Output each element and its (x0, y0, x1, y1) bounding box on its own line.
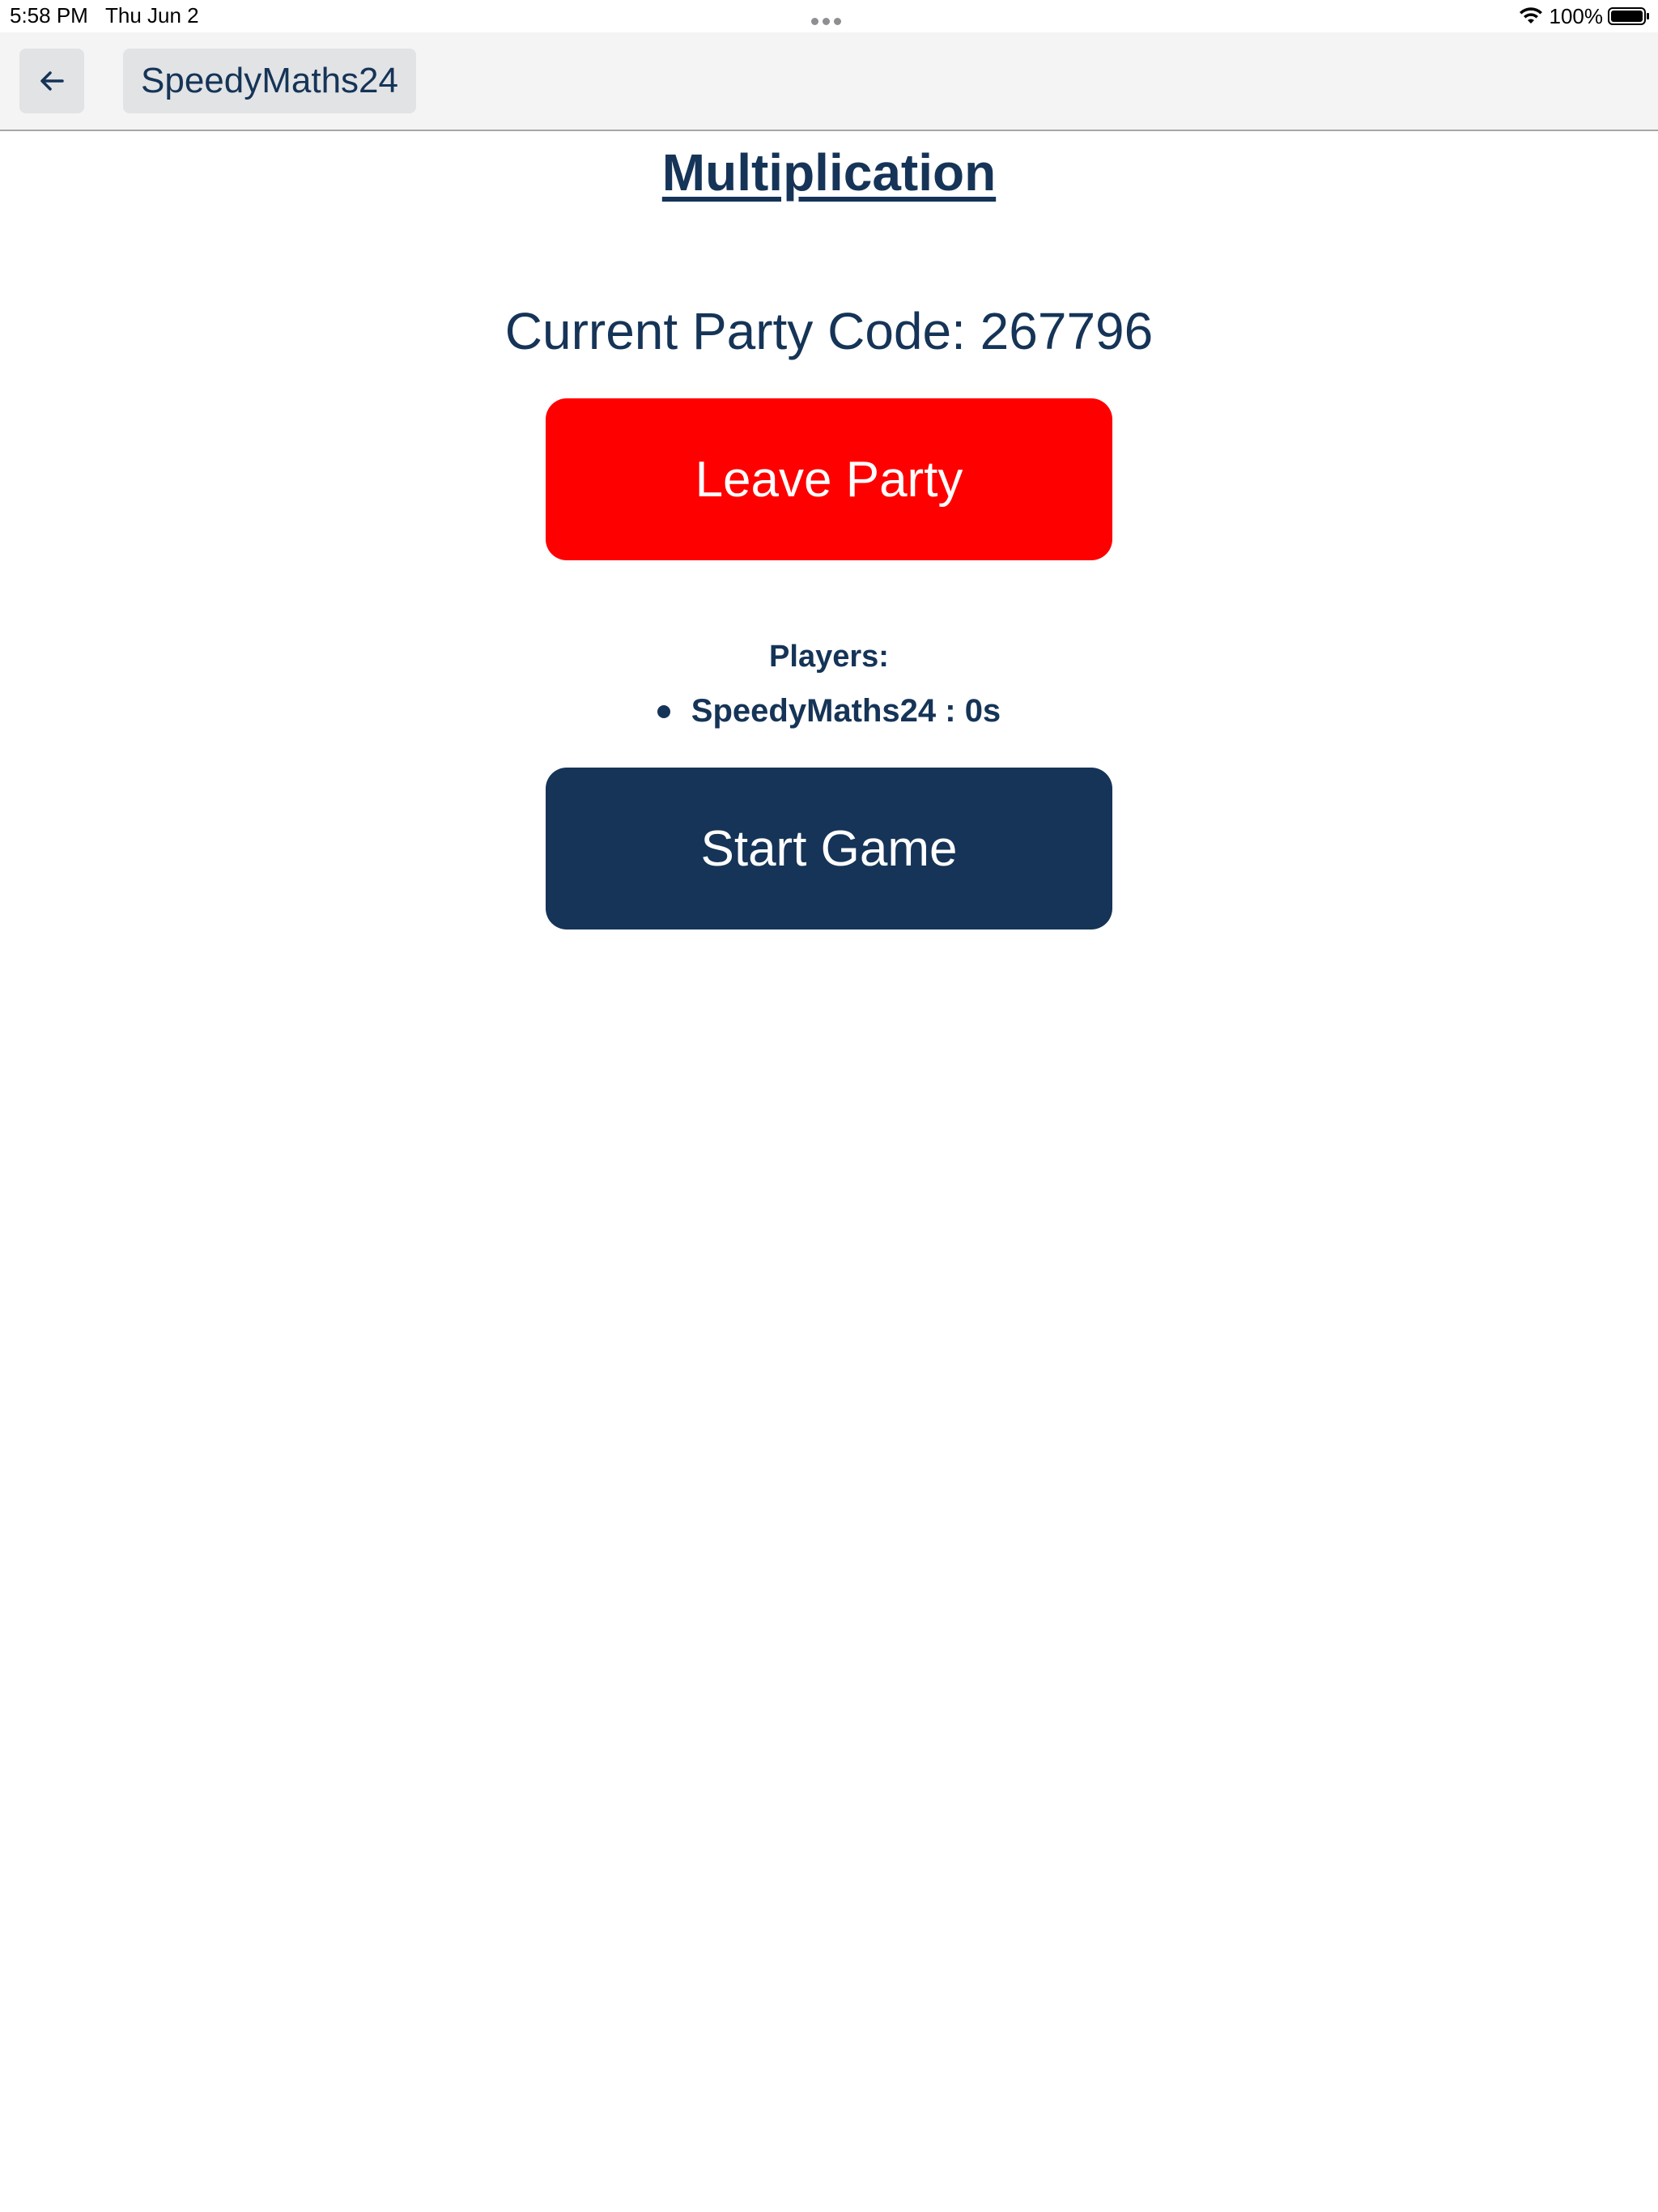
players-heading: Players: (769, 640, 889, 674)
battery-icon (1608, 7, 1649, 25)
start-game-button[interactable]: Start Game (546, 768, 1112, 929)
top-toolbar: SpeedyMaths24 (0, 32, 1658, 131)
battery-percentage: 100% (1549, 3, 1604, 28)
status-date: Thu Jun 2 (105, 3, 199, 28)
party-code-label: Current Party Code: 267796 (504, 302, 1154, 360)
wifi-icon (1519, 7, 1542, 23)
bullet-icon (657, 704, 670, 718)
players-list: SpeedyMaths24 : 0s (0, 693, 1658, 730)
status-indicators: 100% (1519, 3, 1651, 29)
status-bar: 5:58 PM Thu Jun 2 100% (0, 0, 1658, 32)
status-time: 5:58 PM (10, 3, 88, 28)
multitasking-dots-icon[interactable] (811, 15, 847, 25)
player-entry: SpeedyMaths24 : 0s (691, 693, 1001, 729)
back-button[interactable] (19, 49, 84, 113)
list-item: SpeedyMaths24 : 0s (657, 693, 1001, 730)
leave-party-button[interactable]: Leave Party (546, 398, 1112, 560)
username-chip[interactable]: SpeedyMaths24 (123, 49, 416, 113)
page-title: Multiplication (661, 143, 997, 202)
arrow-left-icon (40, 71, 64, 91)
